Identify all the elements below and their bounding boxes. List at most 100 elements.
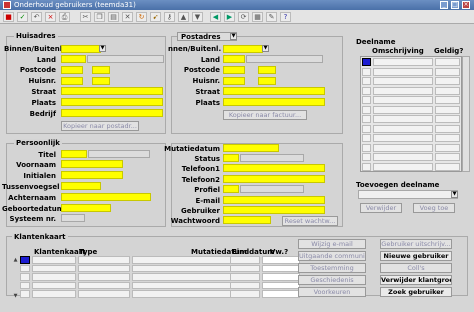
prev-icon[interactable]: ◀ — [210, 12, 221, 22]
post-postcode-num-field[interactable] — [223, 66, 245, 74]
close-button[interactable]: × — [462, 1, 470, 9]
deelname-geldig-cell[interactable] — [435, 77, 460, 85]
next-icon[interactable]: ▶ — [224, 12, 235, 22]
status-field[interactable] — [223, 154, 239, 162]
chevron-down-icon[interactable]: ▼ — [262, 45, 269, 52]
klantenkaart-cell[interactable] — [230, 281, 260, 289]
vw-checkbox[interactable] — [262, 290, 300, 298]
deelname-omschrijving-cell[interactable] — [373, 86, 433, 95]
print-icon[interactable]: ⎙ — [59, 12, 70, 22]
post-binnen-buitenl-select[interactable] — [223, 45, 263, 53]
post-huisnr-toevoeging-field[interactable] — [258, 77, 276, 85]
klantenkaart-cell[interactable] — [78, 256, 130, 264]
deelname-row-selector[interactable] — [362, 124, 371, 133]
deelname-row-selector[interactable] — [362, 115, 371, 123]
deelname-row-selector[interactable] — [362, 143, 371, 152]
deelname-row-selector[interactable] — [362, 134, 371, 142]
toevoegen-deelname-select[interactable] — [358, 190, 458, 199]
initialen-field[interactable] — [61, 171, 123, 179]
profiel-field[interactable] — [223, 185, 239, 193]
deelname-geldig-cell[interactable] — [435, 134, 460, 142]
verwijder-button[interactable]: Verwijder — [360, 203, 402, 213]
geboortedatum-field[interactable] — [61, 204, 111, 212]
post-postcode-letters-field[interactable] — [258, 66, 276, 74]
deelname-row-selector[interactable] — [362, 67, 371, 76]
klantenkaart-row-selector[interactable] — [20, 256, 30, 264]
deelname-omschrijving-cell[interactable] — [373, 96, 433, 104]
straat-field[interactable] — [61, 87, 163, 95]
scroll-down-icon[interactable]: ▼ — [12, 294, 19, 299]
postcode-num-field[interactable] — [61, 66, 83, 74]
chevron-down-icon[interactable]: ▼ — [451, 191, 458, 198]
uitgaande-communicatie-button[interactable]: Uitgaande communi... — [298, 251, 366, 261]
voeg-toe-button[interactable]: Voeg toe — [413, 203, 455, 213]
vw-checkbox[interactable] — [262, 281, 300, 289]
deelname-row-selector[interactable] — [362, 86, 371, 95]
telefoon2-field[interactable] — [223, 175, 325, 183]
attach-icon[interactable]: ✎ — [266, 12, 277, 22]
vw-checkbox[interactable] — [262, 264, 300, 272]
deelname-omschrijving-cell[interactable] — [373, 115, 433, 123]
postcode-letters-field[interactable] — [92, 66, 110, 74]
voorkeuren-button[interactable]: Voorkeuren — [298, 287, 366, 297]
copy-icon[interactable]: ❐ — [94, 12, 105, 22]
klantenkaart-cell[interactable] — [32, 281, 76, 289]
binnen-buitenl-select[interactable] — [61, 45, 101, 53]
vw-checkbox[interactable] — [262, 256, 300, 264]
klantenkaart-cell[interactable] — [32, 256, 76, 264]
deelname-omschrijving-cell[interactable] — [373, 124, 433, 133]
klantenkaart-row-selector[interactable] — [20, 290, 30, 298]
deelname-omschrijving-cell[interactable] — [373, 153, 433, 161]
wachtwoord-field[interactable] — [223, 216, 271, 224]
postadres-select[interactable]: Postadres — [177, 32, 237, 41]
mutatiedatum-field[interactable] — [223, 144, 279, 152]
post-straat-field[interactable] — [223, 87, 325, 95]
telefoon1-field[interactable] — [223, 164, 325, 172]
bedrijf-field[interactable] — [61, 109, 163, 117]
deelname-omschrijving-cell[interactable] — [373, 143, 433, 152]
clear-icon[interactable]: ✕ — [122, 12, 133, 22]
wijzig-email-button[interactable]: Wijzig e-mail — [298, 239, 366, 249]
colls-button[interactable]: Coll's — [380, 263, 452, 273]
up-icon[interactable]: ▲ — [178, 12, 189, 22]
verwijder-klantgroep-button[interactable]: Verwijder klantgroep — [380, 275, 452, 285]
klantenkaart-cell[interactable] — [78, 281, 130, 289]
scroll-up-icon[interactable]: ▲ — [12, 258, 19, 263]
deelname-row-selector[interactable] — [362, 96, 371, 104]
chevron-down-icon[interactable]: ▼ — [99, 45, 106, 52]
deelname-geldig-cell[interactable] — [435, 162, 460, 171]
plaats-field[interactable] — [61, 98, 163, 106]
undo-icon[interactable]: ↶ — [31, 12, 42, 22]
deelname-omschrijving-cell[interactable] — [373, 58, 433, 66]
klantenkaart-cell[interactable] — [230, 273, 260, 281]
vw-checkbox[interactable] — [262, 273, 300, 281]
help-icon[interactable]: ? — [280, 12, 291, 22]
deelname-grid[interactable] — [360, 56, 462, 172]
klantenkaart-cell[interactable] — [32, 264, 76, 272]
kopieer-naar-postadres-button[interactable]: Kopieer naar postadr... — [61, 121, 139, 131]
klantenkaart-cell[interactable] — [78, 290, 130, 298]
deelname-omschrijving-cell[interactable] — [373, 134, 433, 142]
tussenvoegsel-field[interactable] — [61, 182, 101, 190]
cut-icon[interactable]: ✂ — [80, 12, 91, 22]
klantenkaart-row-selector[interactable] — [20, 281, 30, 289]
minimize-button[interactable]: _ — [440, 1, 448, 9]
deelname-omschrijving-cell[interactable] — [373, 77, 433, 85]
klantenkaart-row-selector[interactable] — [20, 264, 30, 272]
deelname-geldig-cell[interactable] — [435, 115, 460, 123]
email-field[interactable] — [223, 196, 325, 204]
klantenkaart-row-selector[interactable] — [20, 273, 30, 281]
klantenkaart-grid[interactable] — [20, 256, 300, 300]
klantenkaart-cell[interactable] — [78, 264, 130, 272]
deelname-scrollbar[interactable] — [462, 56, 470, 172]
klantenkaart-cell[interactable] — [230, 256, 260, 264]
geschiedenis-button[interactable]: Geschiedenis — [298, 275, 366, 285]
land-field[interactable] — [61, 55, 86, 63]
down-icon[interactable]: ▼ — [192, 12, 203, 22]
gebruiker-uitschrijven-button[interactable]: Gebruiker uitschrijv... — [380, 239, 452, 249]
klantenkaart-cell[interactable] — [32, 290, 76, 298]
deelname-geldig-cell[interactable] — [435, 86, 460, 95]
deelname-geldig-cell[interactable] — [435, 105, 460, 114]
deelname-geldig-cell[interactable] — [435, 58, 460, 66]
klantenkaart-cell[interactable] — [230, 264, 260, 272]
